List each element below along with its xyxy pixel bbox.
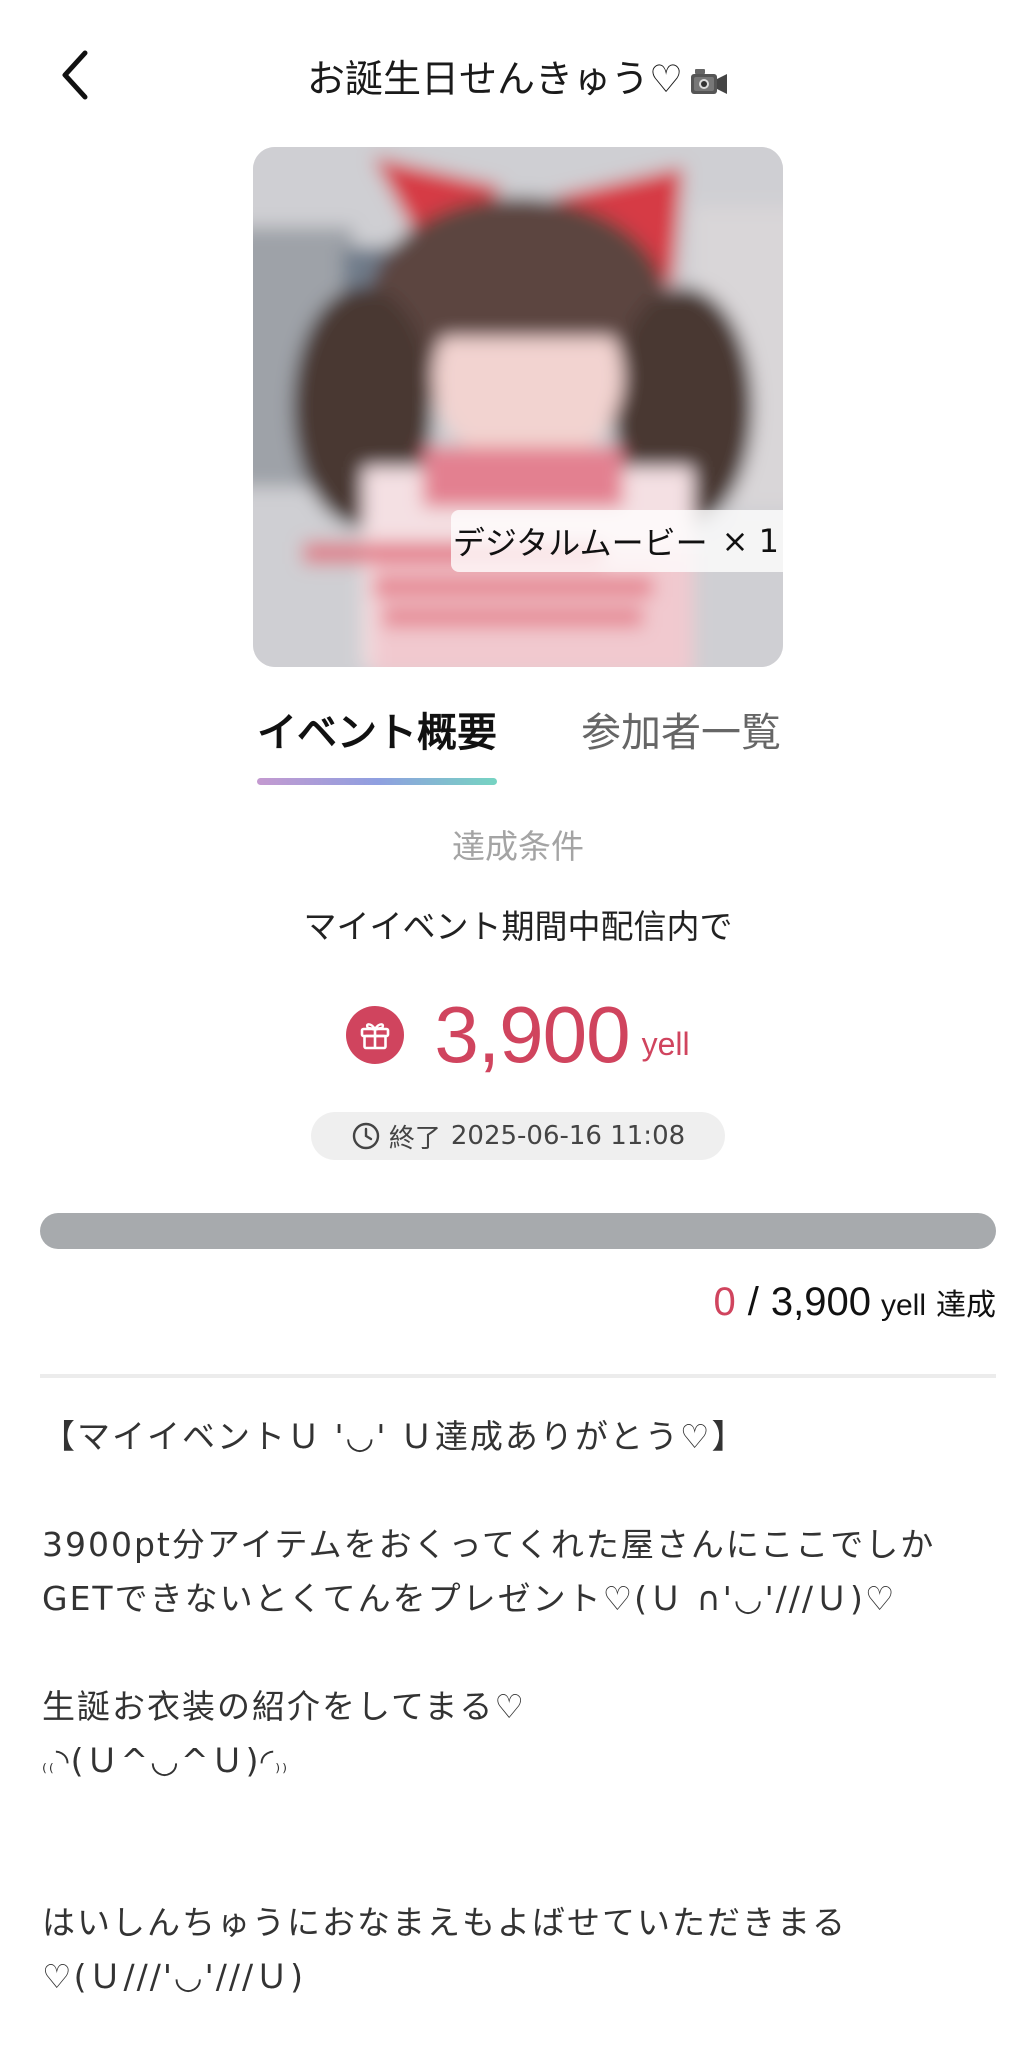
progress-total: 3,900	[770, 1280, 871, 1324]
progress-bar	[40, 1213, 996, 1249]
event-hero-image: デジタルムービー × 1	[253, 147, 783, 667]
emoticon-part: ₎₎	[275, 1753, 290, 1777]
description-gap	[42, 1464, 1002, 1518]
emoticon-part: ₍₍	[42, 1753, 56, 1777]
progress-achieved-label: 達成	[936, 1288, 996, 1323]
active-tab-indicator	[257, 778, 497, 785]
tab-participant-list[interactable]: 参加者一覧	[581, 700, 781, 758]
end-label: 終了	[388, 1123, 441, 1154]
description-line: ♡(Ｕ///'◡'///Ｕ)	[42, 1957, 305, 1996]
reward-label: デジタルムービー	[452, 524, 708, 562]
event-description: 【マイイベントＵ '◡' Ｕ達成ありがとう♡】 3900pt分アイテムをおくって…	[42, 1410, 1002, 2004]
progress-text: 0 / 3,900 yell 達成	[714, 1280, 997, 1325]
reward-multiplier: × 1	[721, 522, 779, 560]
goal-value: 3,900	[434, 990, 630, 1079]
tab-bar: イベント概要 参加者一覧	[0, 700, 1036, 790]
end-time-pill: 終了 2025-06-16 11:08	[311, 1112, 725, 1160]
header: お誕生日せんきゅう♡	[0, 0, 1036, 150]
progress-unit: yell	[880, 1289, 926, 1322]
condition-label: 達成条件	[452, 827, 584, 866]
emoticon-part: ◝(Ｕ^◡^Ｕ)◜	[55, 1741, 276, 1780]
end-datetime: 2025-06-16 11:08	[450, 1121, 686, 1151]
description-gap	[42, 1626, 1002, 1680]
goal-unit: yell	[641, 1026, 690, 1062]
description-line: 生誕お衣装の紹介をしてまる♡	[42, 1687, 526, 1726]
description-gap	[42, 1842, 1002, 1896]
hero-photo	[253, 147, 783, 667]
video-camera-icon	[689, 63, 729, 107]
gift-icon	[346, 1006, 405, 1064]
progress-separator: /	[747, 1280, 759, 1324]
description-gap	[42, 1788, 1002, 1842]
progress-current: 0	[713, 1280, 736, 1324]
tab-event-overview[interactable]: イベント概要	[257, 700, 497, 758]
condition-text: マイイベント期間中配信内で	[303, 907, 733, 946]
description-line: 【マイイベントＵ '◡' Ｕ達成ありがとう♡】	[42, 1417, 747, 1456]
description-line: はいしんちゅうにおなまえもよばせていただきまる	[42, 1903, 847, 1942]
page-title: お誕生日せんきゅう♡	[0, 48, 1036, 107]
goal-row: 3,900 yell	[0, 985, 1036, 1085]
page-title-text: お誕生日せんきゅう♡	[306, 57, 684, 101]
description-line: GETできないとくてんをプレゼント♡(Ｕ ∩'◡'///Ｕ)♡	[42, 1579, 897, 1618]
description-line: ₍₍◝(Ｕ^◡^Ｕ)◜₎₎	[42, 1734, 1002, 1788]
clock-icon	[351, 1121, 381, 1151]
description-line: 3900pt分アイテムをおくってくれた屋さんにここでしか	[42, 1525, 936, 1564]
divider	[40, 1374, 996, 1378]
reward-badge: デジタルムービー × 1	[450, 510, 783, 572]
